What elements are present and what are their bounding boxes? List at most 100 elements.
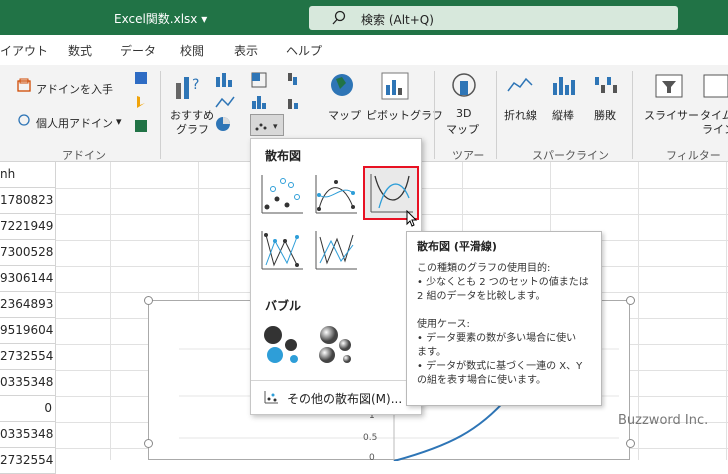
cell[interactable]: 2364893 [0, 292, 56, 318]
tab-page-layout[interactable]: イアウト [0, 42, 48, 59]
statistic-chart-icon[interactable] [250, 93, 284, 111]
get-addins-button[interactable]: アドインを入手 [36, 81, 113, 97]
cell-header[interactable]: nh [0, 162, 56, 188]
ribbon-tabs: イアウト 数式 データ 校閲 表示 ヘルプ [0, 35, 728, 65]
scatter-markers-icon [261, 175, 303, 214]
scatter-chart-icon: ▾ [255, 122, 278, 132]
scatter-markers-option[interactable] [257, 171, 305, 217]
cell[interactable]: 0335348 [0, 370, 56, 396]
recommended-charts-icon: ? [176, 77, 199, 99]
cell[interactable]: 0335348 [0, 422, 56, 448]
scatter-chart-menu: 散布図 バブル その他の散布図(M)... [250, 138, 422, 415]
axis-tick-label: 0.5 [363, 433, 378, 443]
pivotchart-icon [381, 72, 409, 100]
visio-icon[interactable] [134, 71, 148, 85]
tab-view[interactable]: 表示 [234, 42, 258, 59]
tooltip-line [417, 304, 593, 318]
scatter-chart-button[interactable]: ▾ [250, 114, 284, 136]
3d-bubble-option[interactable] [311, 321, 359, 367]
waterfall-chart-icon[interactable] [286, 71, 316, 89]
sparkline-column-icon [553, 77, 575, 95]
tab-data[interactable]: データ [120, 42, 156, 59]
tooltip-line: • データが数式に基づく一連の X、Y [417, 361, 583, 372]
cell[interactable]: 2732554 [0, 448, 56, 474]
cell[interactable]: 7221949 [0, 214, 56, 240]
recommended-charts-label-2[interactable]: グラフ [176, 121, 209, 137]
maps-icon [331, 74, 353, 96]
chart-tooltip: 散布図 (平滑線) この種類のグラフの使用目的: • 少なくとも 2 つのセット… [406, 231, 602, 406]
menu-section-bubble: バブル [265, 299, 302, 313]
more-scatter-charts-label: その他の散布図(M)... [287, 392, 403, 406]
tooltip-line: の組を表す場合に使います。 [417, 375, 546, 386]
tours-group-label: ツアー [452, 149, 485, 162]
3d-map-label-2[interactable]: マップ [446, 121, 479, 137]
tooltip-line: 使用ケース: [417, 319, 470, 330]
globe-3d-icon [452, 73, 476, 97]
bubble-option[interactable] [257, 321, 305, 367]
tooltip-line: • 少なくとも 2 つのセットの値または [417, 277, 589, 288]
divider [434, 71, 435, 159]
sparkline-line-button[interactable]: 折れ線 [504, 107, 537, 123]
svg-text:▾: ▾ [273, 122, 278, 132]
addins-group-label: アドイン [62, 149, 106, 162]
slicer-button[interactable]: スライサー [644, 107, 699, 123]
svg-text:?: ? [192, 77, 199, 93]
tooltip-line: ます。 [417, 347, 446, 358]
line-chart-icon[interactable] [214, 93, 248, 111]
cell[interactable]: 2732554 [0, 344, 56, 370]
hierarchy-chart-icon[interactable] [250, 71, 284, 89]
bubble-icon [264, 326, 298, 363]
cell[interactable]: 1780823 [0, 188, 56, 214]
resize-handle[interactable] [144, 296, 153, 305]
pivotchart-button[interactable]: ピボットグラフ [366, 107, 443, 123]
resize-handle[interactable] [626, 296, 635, 305]
scatter-smooth-markers-icon [315, 175, 357, 214]
column-chart-icon[interactable] [214, 71, 248, 89]
chevron-down-icon[interactable]: ▾ [116, 115, 122, 128]
scatter-straight-lines-icon [315, 231, 357, 270]
scatter-smooth-markers-option[interactable] [311, 171, 359, 217]
3d-bubble-icon [319, 326, 351, 363]
divider [160, 71, 161, 159]
resize-handle[interactable] [144, 439, 153, 448]
scatter-straight-markers-icon [261, 231, 303, 270]
maps-button[interactable]: マップ [328, 107, 361, 123]
tooltip-title: 散布図 (平滑線) [417, 240, 497, 253]
scatter-smooth-lines-option[interactable] [363, 166, 419, 227]
tab-review[interactable]: 校閲 [180, 42, 204, 59]
scatter-straight-lines-option[interactable] [311, 227, 359, 273]
search-box[interactable]: 検索 (Alt+Q) [309, 6, 678, 30]
3d-map-label-1[interactable]: 3D [456, 107, 471, 120]
resize-handle[interactable] [626, 439, 635, 448]
mouse-cursor-icon [406, 210, 418, 227]
tab-help[interactable]: ヘルプ [286, 42, 322, 59]
sparkline-winloss-button[interactable]: 勝敗 [594, 107, 616, 123]
timeline-label-2[interactable]: ライン [702, 121, 728, 137]
watermark: Buzzword Inc. [618, 413, 709, 428]
divider [496, 71, 497, 159]
title-bar: Excel関数.xlsx ▾ 検索 (Alt+Q) [0, 0, 728, 35]
sparkline-column-button[interactable]: 縦棒 [552, 107, 574, 123]
pie-chart-icon[interactable] [214, 115, 248, 133]
scatter-small-icon [264, 391, 278, 404]
tooltip-line: • データ要素の数が多い場合に使い [417, 333, 577, 344]
my-addins-button[interactable]: 個人用アドイン [36, 115, 113, 131]
store-icon [17, 78, 31, 92]
search-icon [332, 10, 346, 25]
bing-icon[interactable] [134, 95, 148, 109]
cell[interactable]: 9519604 [0, 318, 56, 344]
divider [632, 71, 633, 159]
combo-chart-icon[interactable] [286, 93, 316, 111]
file-title[interactable]: Excel関数.xlsx ▾ [114, 10, 207, 27]
timeline-icon [703, 74, 728, 98]
scatter-straight-markers-option[interactable] [257, 227, 305, 273]
tooltip-line: 2 組のデータを比較します。 [417, 291, 546, 302]
cell[interactable]: 0 [0, 396, 56, 422]
people-icon[interactable] [134, 119, 148, 133]
cell[interactable]: 9306144 [0, 266, 56, 292]
addin-icon [18, 114, 30, 126]
sparkline-winloss-icon [595, 77, 617, 93]
menu-section-scatter: 散布図 [265, 149, 302, 163]
cell[interactable]: 7300528 [0, 240, 56, 266]
tab-formulas[interactable]: 数式 [68, 42, 92, 59]
